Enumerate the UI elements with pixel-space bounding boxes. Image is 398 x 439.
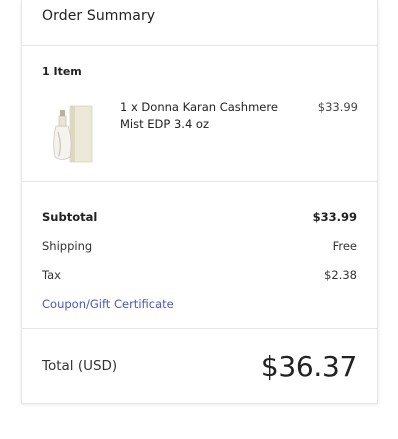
order-summary-header: Order Summary (22, 0, 377, 46)
item-count: 1 Item (42, 65, 82, 78)
items-section: 1 Item 1 x Donna Karan Cashmere Mist EDP… (22, 46, 377, 182)
tax-row: Tax $2.38 (42, 260, 357, 289)
product-image (46, 102, 100, 164)
order-summary-card: Order Summary 1 Item 1 x Donna Karan Cas… (21, 0, 378, 404)
shipping-value: Free (332, 238, 357, 253)
tax-value: $2.38 (324, 267, 357, 282)
grand-total-value: $36.37 (260, 349, 357, 383)
product-name[interactable]: 1 x Donna Karan Cashmere Mist EDP 3.4 oz (120, 99, 288, 132)
coupon-gift-certificate-link[interactable]: Coupon/Gift Certificate (42, 297, 174, 311)
subtotal-value: $33.99 (312, 209, 357, 224)
grand-total-label: Total (USD) (42, 358, 118, 374)
product-price: $33.99 (317, 100, 358, 114)
coupon-row: Coupon/Gift Certificate (42, 289, 357, 318)
shipping-row: Shipping Free (42, 231, 357, 260)
tax-label: Tax (42, 267, 61, 282)
subtotal-label: Subtotal (42, 209, 98, 224)
subtotal-row: Subtotal $33.99 (42, 202, 357, 231)
totals-section: Subtotal $33.99 Shipping Free Tax $2.38 … (22, 182, 377, 329)
shipping-label: Shipping (42, 238, 93, 253)
cart-line-item: 1 x Donna Karan Cashmere Mist EDP 3.4 oz… (42, 99, 358, 164)
grand-total-row: Total (USD) $36.37 (22, 329, 377, 403)
order-summary-title: Order Summary (42, 8, 156, 24)
